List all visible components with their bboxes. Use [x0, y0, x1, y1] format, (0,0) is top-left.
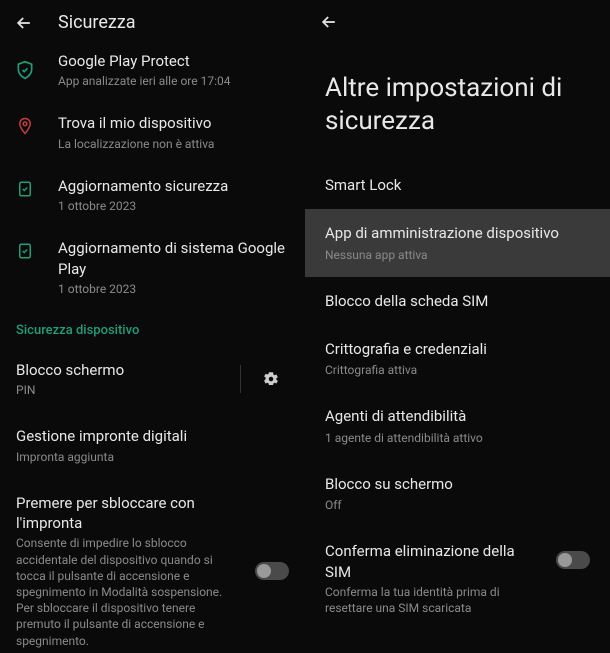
item-sub: 1 ottobre 2023 — [58, 281, 289, 297]
right-content: Smart Lock App di amministrazione dispos… — [305, 161, 610, 653]
play-protect-item[interactable]: Google Play Protect App analizzate ieri … — [0, 45, 305, 101]
item-sub: 1 agente di attendibilità attivo — [325, 430, 590, 446]
item-title: Agenti di attendibilità — [325, 406, 590, 426]
update-check-icon — [14, 178, 36, 200]
item-sub: Nessuna app attiva — [325, 247, 590, 263]
item-title: Aggiornamento di sistema Google Play — [58, 238, 289, 279]
shield-check-icon — [14, 59, 36, 81]
play-system-update-item[interactable]: Aggiornamento di sistema Google Play 1 o… — [0, 226, 305, 309]
page-title: Sicurezza — [58, 12, 136, 33]
item-sub: Crittografia attiva — [325, 362, 590, 378]
item-title: Google Play Protect — [58, 51, 289, 71]
back-icon[interactable] — [14, 13, 34, 33]
item-sub: 1 ottobre 2023 — [58, 198, 289, 214]
item-sub: Impronta aggiunta — [16, 449, 289, 465]
item-title: Gestione impronte digitali — [16, 426, 289, 446]
left-header: Sicurezza — [0, 0, 305, 45]
location-pin-icon — [14, 115, 36, 137]
item-sub: PIN — [16, 382, 228, 398]
screen-lock-settings-button[interactable] — [253, 361, 289, 397]
security-update-item[interactable]: Aggiornamento sicurezza 1 ottobre 2023 — [0, 164, 305, 226]
left-panel: Sicurezza Google Play Protect App analiz… — [0, 0, 305, 653]
right-panel: Altre impostazioni di sicurezza Smart Lo… — [305, 0, 610, 653]
press-to-unlock-item[interactable]: Premere per sbloccare con l'impronta Con… — [0, 479, 305, 653]
item-sub: Off — [325, 497, 590, 513]
page-title-large: Altre impostazioni di sicurezza — [305, 44, 610, 161]
find-device-item[interactable]: Trova il mio dispositivo La localizzazio… — [0, 101, 305, 163]
item-title: Blocco su schermo — [325, 474, 590, 494]
confirm-sim-toggle[interactable] — [556, 551, 590, 569]
item-sub: App analizzate ieri alle ore 17:04 — [58, 73, 289, 89]
confirm-sim-deletion-item[interactable]: Conferma eliminazione della SIM Conferma… — [305, 527, 610, 630]
back-icon[interactable] — [319, 12, 339, 32]
divider — [240, 365, 241, 393]
screen-pinning-item[interactable]: Blocco su schermo Off — [305, 460, 610, 527]
item-title: Blocco schermo — [16, 360, 228, 380]
item-title: Conferma eliminazione della SIM — [325, 541, 544, 582]
smart-lock-item[interactable]: Smart Lock — [305, 161, 610, 209]
item-sub: Consente di impedire lo sblocco accident… — [16, 535, 243, 648]
left-content: Google Play Protect App analizzate ieri … — [0, 45, 305, 653]
press-unlock-toggle[interactable] — [255, 562, 289, 580]
item-title: Blocco della scheda SIM — [325, 291, 590, 311]
item-title: Crittografia e credenziali — [325, 339, 590, 359]
update-check-icon — [14, 240, 36, 262]
screen-lock-item[interactable]: Blocco schermo PIN — [0, 346, 305, 412]
item-sub: Conferma la tua identità prima di resett… — [325, 584, 544, 616]
fingerprint-item[interactable]: Gestione impronte digitali Impronta aggi… — [0, 412, 305, 478]
item-title: App di amministrazione dispositivo — [325, 223, 590, 243]
sim-lock-item[interactable]: Blocco della scheda SIM — [305, 277, 610, 325]
device-admin-apps-item[interactable]: App di amministrazione dispositivo Nessu… — [305, 209, 610, 276]
item-sub: La localizzazione non è attiva — [58, 136, 289, 152]
item-title: Aggiornamento sicurezza — [58, 176, 289, 196]
section-header-device-security: Sicurezza dispositivo — [0, 309, 305, 346]
item-title: Premere per sbloccare con l'impronta — [16, 493, 243, 534]
item-title: Trova il mio dispositivo — [58, 113, 289, 133]
item-title: Smart Lock — [325, 175, 590, 195]
trust-agents-item[interactable]: Agenti di attendibilità 1 agente di atte… — [305, 392, 610, 459]
encryption-credentials-item[interactable]: Crittografia e credenziali Crittografia … — [305, 325, 610, 392]
right-header — [305, 0, 610, 44]
